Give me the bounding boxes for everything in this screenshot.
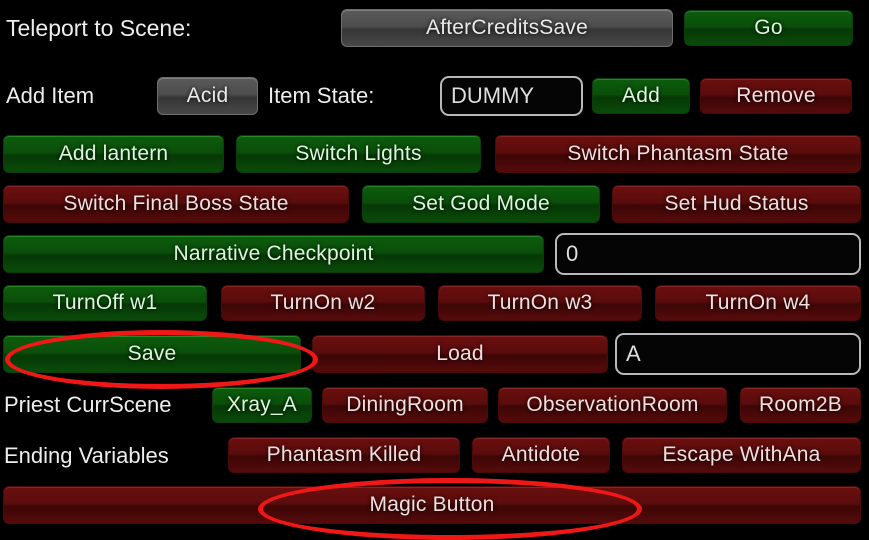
set-god-mode-button[interactable]: Set God Mode xyxy=(362,185,600,223)
switch-phantasm-state-button[interactable]: Switch Phantasm State xyxy=(495,135,861,173)
item-state-label: Item State: xyxy=(268,83,375,108)
turnon-w4-button[interactable]: TurnOn w4 xyxy=(655,285,861,321)
magic-button[interactable]: Magic Button xyxy=(3,486,861,524)
teleport-go-button[interactable]: Go xyxy=(684,10,853,46)
priest-currscene-label: Priest CurrScene xyxy=(4,392,172,417)
phantasm-killed-button[interactable]: Phantasm Killed xyxy=(228,437,460,473)
save-button[interactable]: Save xyxy=(3,335,301,373)
narrative-checkpoint-button[interactable]: Narrative Checkpoint xyxy=(3,235,544,273)
set-hud-status-button[interactable]: Set Hud Status xyxy=(612,185,861,223)
switch-lights-button[interactable]: Switch Lights xyxy=(236,135,481,173)
add-item-label: Add Item xyxy=(6,83,95,108)
priest-observation-room-button[interactable]: ObservationRoom xyxy=(498,387,727,423)
load-button[interactable]: Load xyxy=(312,335,608,373)
remove-item-button[interactable]: Remove xyxy=(700,78,852,114)
scene-dropdown[interactable]: AfterCreditsSave xyxy=(341,9,673,47)
priest-dining-room-button[interactable]: DiningRoom xyxy=(322,387,488,423)
save-slot-input[interactable]: A xyxy=(615,333,861,375)
turnon-w3-button[interactable]: TurnOn w3 xyxy=(438,285,642,321)
debug-panel: Teleport to Scene: AfterCreditsSave Go A… xyxy=(0,0,869,540)
priest-room2b-button[interactable]: Room2B xyxy=(740,387,861,423)
item-dropdown[interactable]: Acid xyxy=(157,77,258,115)
switch-final-boss-state-button[interactable]: Switch Final Boss State xyxy=(3,185,349,223)
add-item-button[interactable]: Add xyxy=(592,78,690,114)
ending-variables-label: Ending Variables xyxy=(4,443,169,468)
add-lantern-button[interactable]: Add lantern xyxy=(3,135,224,173)
turnon-w2-button[interactable]: TurnOn w2 xyxy=(221,285,425,321)
narrative-checkpoint-input[interactable]: 0 xyxy=(555,233,861,275)
priest-xray-a-button[interactable]: Xray_A xyxy=(212,387,312,423)
turnoff-w1-button[interactable]: TurnOff w1 xyxy=(3,285,207,321)
antidote-button[interactable]: Antidote xyxy=(472,437,610,473)
escape-with-ana-button[interactable]: Escape WithAna xyxy=(622,437,861,473)
item-state-input[interactable]: DUMMY xyxy=(440,76,583,116)
teleport-to-scene-label: Teleport to Scene: xyxy=(6,14,192,41)
